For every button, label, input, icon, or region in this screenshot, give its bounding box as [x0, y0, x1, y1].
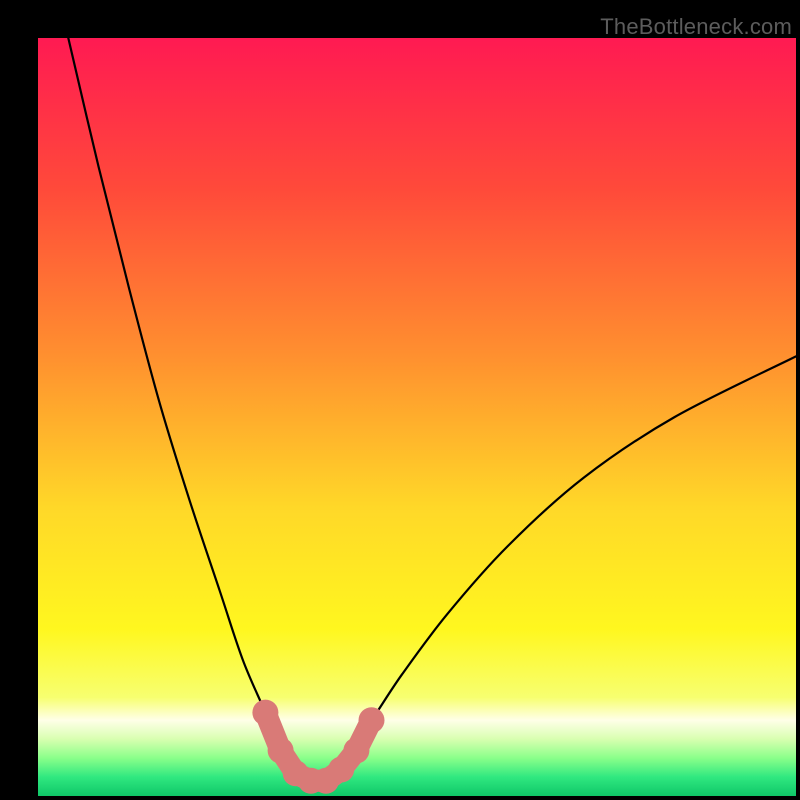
watermark-text: TheBottleneck.com [600, 14, 792, 40]
gradient-background [38, 38, 796, 796]
plot-area [38, 38, 796, 796]
chart-frame: TheBottleneck.com [0, 0, 800, 800]
